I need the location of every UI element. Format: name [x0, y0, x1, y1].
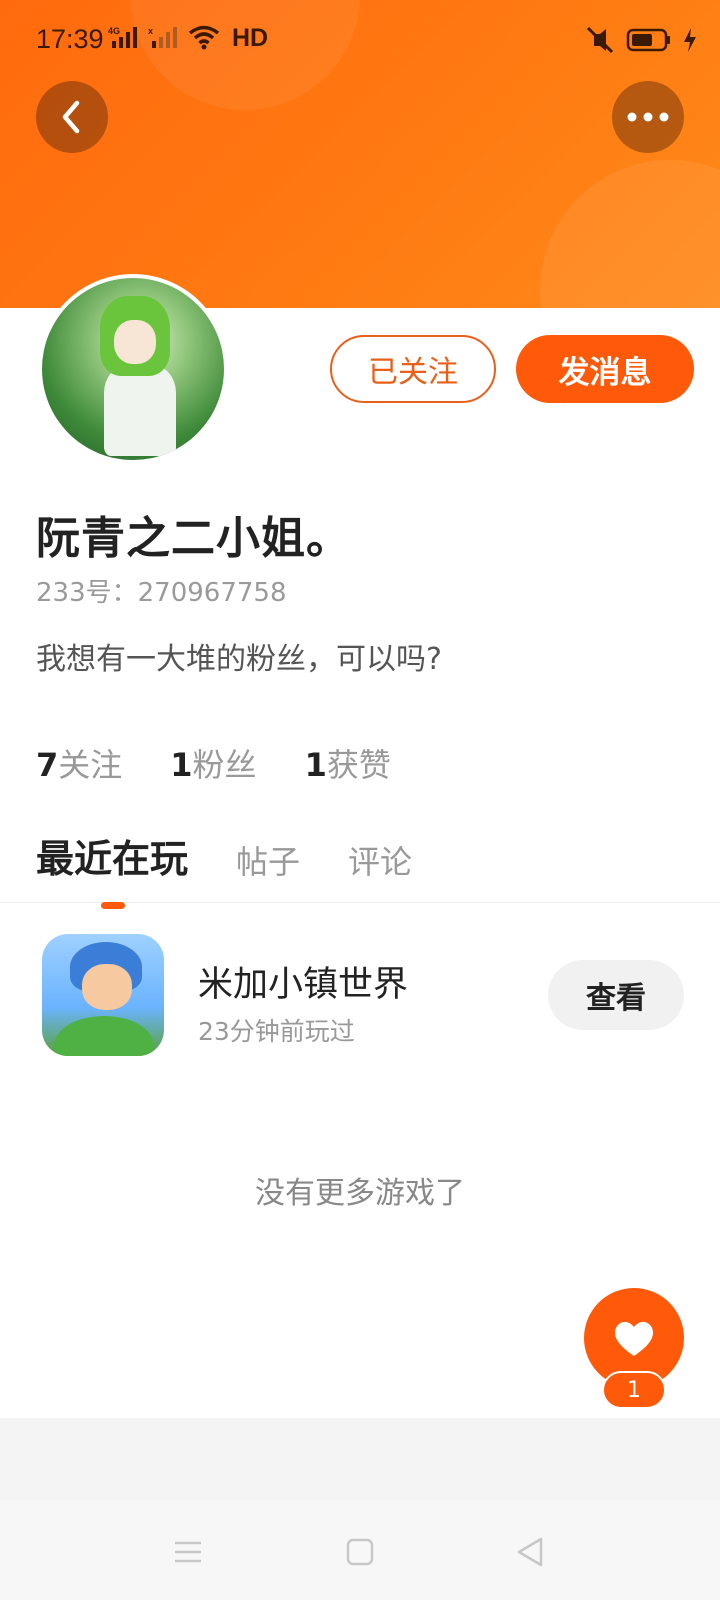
no-sim-signal-icon: x: [148, 26, 177, 48]
followed-button[interactable]: 已关注: [330, 335, 496, 403]
wifi-icon: [188, 25, 220, 50]
stat-followers[interactable]: 1粉丝: [170, 740, 256, 786]
svg-text:x: x: [148, 26, 153, 36]
tab-recently-played[interactable]: 最近在玩: [36, 828, 188, 883]
status-time: 17:39: [36, 24, 104, 54]
4g-signal-icon: 4G: [108, 26, 137, 48]
user-id: 233号：270967758: [36, 578, 287, 608]
no-more-games-text: 没有更多游戏了: [255, 1176, 465, 1211]
more-icon: [627, 112, 669, 122]
tab-comments[interactable]: 评论: [348, 837, 412, 883]
charging-icon: [684, 28, 696, 52]
back-arrow-icon: [62, 100, 80, 134]
view-game-button[interactable]: 查看: [548, 960, 684, 1030]
avatar[interactable]: [38, 274, 228, 464]
home-square-icon[interactable]: [340, 1532, 380, 1572]
profile-section: 已关注 发消息 阮青之二小姐。 233号：270967758 我想有一大堆的粉丝…: [0, 274, 720, 1418]
tab-posts[interactable]: 帖子: [236, 837, 300, 883]
header-decoration: [540, 160, 720, 308]
avatar-image: [42, 278, 224, 460]
network-label: HD: [232, 24, 269, 52]
send-message-button[interactable]: 发消息: [516, 335, 694, 403]
menu-icon[interactable]: [168, 1532, 208, 1572]
list-item[interactable]: 米加小镇世界 23分钟前玩过 查看: [0, 918, 720, 1068]
profile-tabs: 最近在玩 帖子 评论: [36, 828, 412, 883]
heart-icon: [614, 1321, 654, 1356]
svg-text:4G: 4G: [108, 26, 120, 36]
profile-header: 17:39 4G x HD: [0, 0, 720, 308]
system-nav-bar: [0, 1500, 720, 1600]
game-last-played: 23分钟前玩过: [198, 1017, 355, 1046]
username: 阮青之二小姐。: [36, 513, 351, 564]
back-triangle-icon[interactable]: [510, 1532, 550, 1572]
status-bar: 17:39 4G x HD: [0, 20, 720, 62]
profile-stats: 7关注 1粉丝 1获赞: [36, 740, 391, 786]
stat-following[interactable]: 7关注: [36, 740, 122, 786]
mute-vibrate-icon: [586, 26, 614, 54]
battery-icon: [626, 28, 670, 52]
active-tab-indicator: [101, 902, 125, 909]
like-count-badge: 1: [602, 1371, 666, 1409]
more-button[interactable]: [612, 81, 684, 153]
stat-likes[interactable]: 1获赞: [305, 740, 391, 786]
game-name: 米加小镇世界: [198, 965, 409, 1005]
back-button[interactable]: [36, 81, 108, 153]
game-icon: [42, 934, 164, 1056]
user-bio: 我想有一大堆的粉丝，可以吗?: [36, 642, 442, 677]
